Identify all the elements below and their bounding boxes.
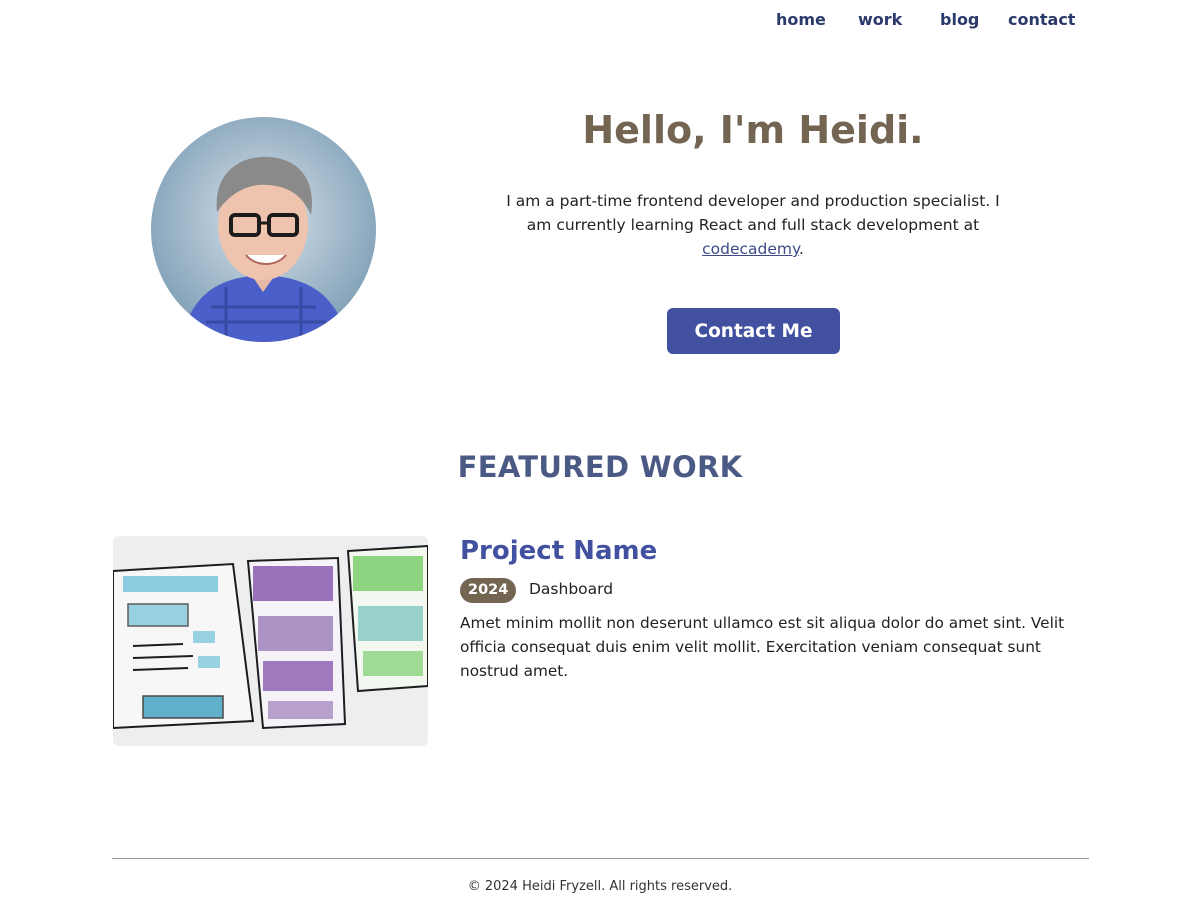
- project-image[interactable]: [113, 536, 428, 746]
- wireframe-sketch-image-icon: [113, 536, 428, 746]
- footer-copyright: © 2024 Heidi Fryzell. All rights reserve…: [467, 879, 733, 894]
- featured-work-title: FEATURED WORK: [457, 450, 743, 484]
- top-nav: home work blog contact: [0, 0, 1200, 42]
- nav-link-work[interactable]: work: [858, 10, 902, 29]
- hero-intro: I am a part-time frontend developer and …: [498, 189, 1008, 261]
- hero-title: Hello, I'm Heidi.: [582, 108, 924, 152]
- project-name[interactable]: Project Name: [460, 536, 657, 566]
- avatar: [151, 117, 376, 342]
- project-type: Dashboard: [529, 580, 614, 598]
- contact-me-button[interactable]: Contact Me: [667, 308, 840, 354]
- project-description: Amet minim mollit non deserunt ullamco e…: [460, 614, 1065, 680]
- nav-link-blog[interactable]: blog: [940, 10, 979, 29]
- footer-divider: [112, 858, 1089, 859]
- codecademy-link[interactable]: codecademy: [702, 240, 799, 258]
- hero-intro-text: I am a part-time frontend developer and …: [506, 192, 1000, 234]
- hero-intro-suffix: .: [798, 240, 804, 258]
- nav-link-home[interactable]: home: [776, 10, 826, 29]
- nav-link-contact[interactable]: contact: [1008, 10, 1075, 29]
- profile-photo-icon: [151, 117, 376, 342]
- project-year-badge: 2024: [460, 578, 517, 603]
